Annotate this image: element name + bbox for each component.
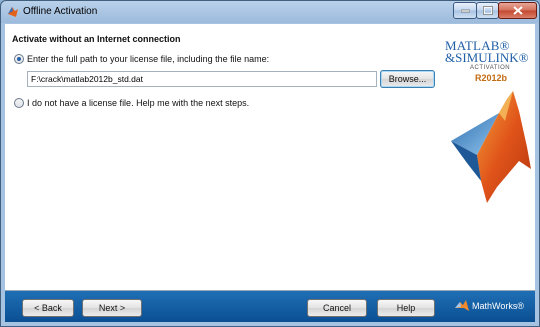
offline-activation-window: Offline Activation Activate without an I… — [0, 0, 540, 327]
mathworks-logo: MathWorks® — [455, 300, 524, 312]
mathworks-membrane-icon — [455, 300, 469, 311]
dialog-client-area: Activate without an Internet connection … — [5, 24, 535, 322]
close-icon — [512, 6, 523, 15]
no-license-radio[interactable] — [14, 98, 24, 108]
mathworks-text: MathWorks® — [472, 301, 524, 311]
minimize-icon — [460, 9, 470, 12]
page-heading: Activate without an Internet connection — [12, 34, 181, 44]
logo-simulink-text: &SIMULINK® — [445, 50, 529, 65]
matlab-app-icon — [8, 7, 18, 17]
logo-activation-text: ACTIVATION — [470, 65, 511, 71]
title-bar[interactable]: Offline Activation — [1, 1, 539, 23]
logo-release-text: R2012b — [475, 73, 508, 83]
license-path-input[interactable] — [27, 71, 377, 87]
window-title: Offline Activation — [23, 6, 98, 17]
minimize-button[interactable] — [453, 2, 477, 19]
matlab-simulink-logo: MATLAB® &SIMULINK® ACTIVATION R2012b — [445, 33, 531, 203]
matlab-membrane-icon — [451, 91, 531, 203]
content-panel: Activate without an Internet connection … — [5, 24, 535, 291]
license-file-radio-label[interactable]: Enter the full path to your license file… — [27, 54, 269, 64]
license-file-radio[interactable] — [14, 54, 24, 64]
next-button[interactable]: Next > — [82, 299, 142, 317]
maximize-button[interactable] — [476, 2, 499, 19]
maximize-icon — [482, 6, 493, 15]
back-button[interactable]: < Back — [22, 299, 74, 317]
no-license-radio-label[interactable]: I do not have a license file. Help me wi… — [27, 98, 249, 108]
button-bar: < Back Next > Cancel Help MathWorks® — [5, 291, 535, 322]
help-button[interactable]: Help — [377, 299, 435, 317]
close-button[interactable] — [498, 2, 537, 19]
browse-button[interactable]: Browse... — [380, 70, 435, 88]
cancel-button[interactable]: Cancel — [307, 299, 367, 317]
